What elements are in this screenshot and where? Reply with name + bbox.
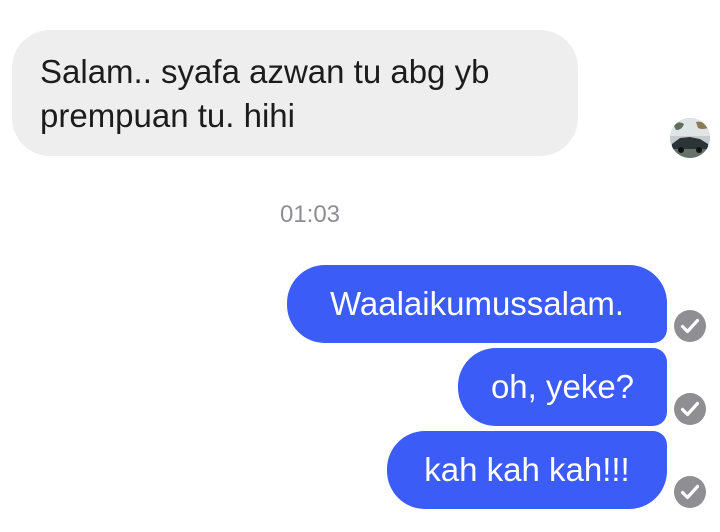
sent-message-bubble[interactable]: Waalaikumussalam. <box>287 265 667 343</box>
message-timestamp: 01:03 <box>279 201 341 228</box>
contact-avatar[interactable] <box>670 118 710 158</box>
message-thread: Salam.. syafa azwan tu abg yb prempuan t… <box>0 0 720 532</box>
delivered-check-icon <box>674 476 706 508</box>
received-message-bubble[interactable]: Salam.. syafa azwan tu abg yb prempuan t… <box>12 30 578 156</box>
sent-message-bubble[interactable]: oh, yeke? <box>458 348 667 426</box>
delivered-check-icon <box>674 310 706 342</box>
avatar-photo-icon <box>670 118 710 158</box>
received-message-line: prempuan tu. hihi <box>40 97 295 134</box>
delivered-check-icon <box>674 393 706 425</box>
received-message-line: Salam.. syafa azwan tu abg yb <box>40 53 490 90</box>
sent-message-bubble[interactable]: kah kah kah!!! <box>387 431 667 509</box>
